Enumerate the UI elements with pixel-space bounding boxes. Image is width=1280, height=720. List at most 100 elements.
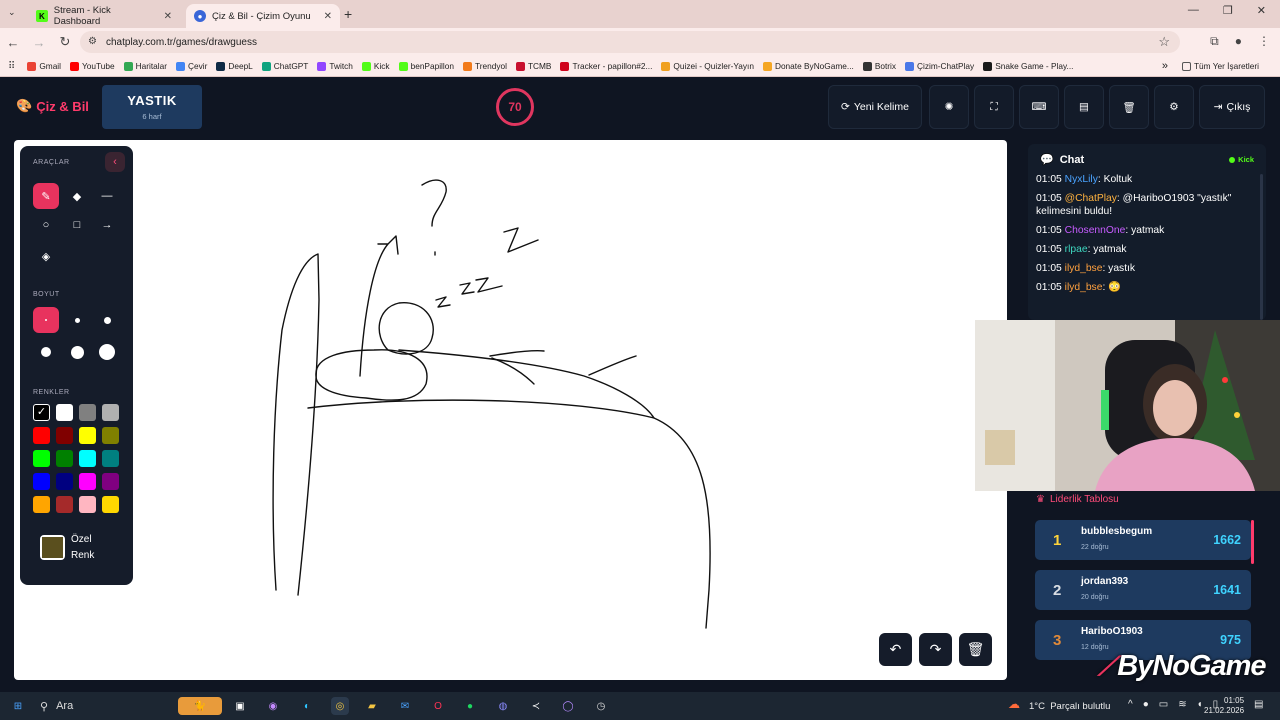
close-window-icon[interactable]: ✕	[1257, 4, 1266, 17]
color-swatch[interactable]	[56, 427, 73, 444]
bookmark-item[interactable]: YouTube	[70, 61, 115, 71]
pen-tool[interactable]: ✎	[33, 183, 59, 209]
recording-app-icon[interactable]: ◷	[592, 697, 610, 715]
size-2-button[interactable]	[64, 307, 90, 333]
bookmark-item[interactable]: DeepL	[216, 61, 253, 71]
tray-chevron-icon[interactable]: ^	[1128, 699, 1133, 710]
bookmark-item[interactable]: Gmail	[27, 61, 61, 71]
bookmark-star-icon[interactable]: ☆	[1158, 34, 1170, 50]
color-swatch[interactable]	[102, 404, 119, 421]
opera-icon[interactable]: O	[429, 697, 447, 715]
custom-color-swatch[interactable]	[40, 535, 65, 560]
message-user[interactable]: @ChatPlay	[1065, 193, 1117, 204]
keyboard-button[interactable]: ⌨	[1019, 85, 1059, 129]
discord-icon[interactable]: ◍	[494, 697, 512, 715]
trash-button[interactable]: 🗑	[1109, 85, 1149, 129]
volume-icon[interactable]: ◖	[1197, 699, 1203, 710]
bookmark-item[interactable]: Çevir	[175, 61, 207, 71]
obs-icon[interactable]: ◯	[559, 697, 577, 715]
edge-icon[interactable]: ◐	[298, 697, 316, 715]
spotify-icon[interactable]: ●	[461, 697, 479, 715]
collapse-toolbox-button[interactable]: ‹	[105, 152, 125, 172]
bookmark-item[interactable]: Botrix	[862, 61, 896, 71]
bookmark-item[interactable]: Trendyol	[462, 61, 507, 71]
color-swatch[interactable]	[102, 496, 119, 513]
tab-kick-dashboard[interactable]: K Stream - Kick Dashboard ✕	[28, 4, 180, 28]
eraser-tool[interactable]: ◆	[64, 183, 90, 209]
fill-tool[interactable]: ◈	[33, 243, 59, 269]
chat-scrollbar[interactable]	[1260, 174, 1263, 320]
clock[interactable]: 01:05 21.02.2026	[1204, 696, 1244, 716]
redo-button[interactable]: ↷	[919, 633, 952, 666]
capcut-icon[interactable]: ≺	[527, 697, 545, 715]
mail-icon[interactable]: ✉	[396, 697, 414, 715]
color-swatch[interactable]	[56, 473, 73, 490]
size-6-button[interactable]	[94, 339, 120, 365]
url-field[interactable]: ⚙ chatplay.com.tr/games/drawguess ☆	[80, 31, 1180, 53]
bookmark-item[interactable]: ChatGPT	[261, 61, 308, 71]
size-3-button[interactable]	[94, 307, 120, 333]
file-explorer-icon[interactable]: ▰	[363, 697, 381, 715]
bookmark-item[interactable]: Donate ByNoGame...	[762, 61, 854, 71]
message-user[interactable]: ChosennOne	[1065, 225, 1126, 236]
color-swatch[interactable]	[79, 496, 96, 513]
bookmark-item[interactable]: Quizei - Quizler-Yayın	[661, 61, 754, 71]
color-swatch[interactable]: ✓	[33, 404, 50, 421]
message-user[interactable]: ilyd_bse	[1065, 282, 1103, 293]
weather-text[interactable]: 1°C Parçalı bulutlu	[1029, 701, 1110, 712]
rectangle-tool[interactable]: □	[64, 212, 90, 238]
color-swatch[interactable]	[79, 473, 96, 490]
circle-tool[interactable]: ○	[33, 212, 59, 238]
apps-icon[interactable]: ⠿	[8, 61, 15, 72]
settings-button[interactable]: ⚙	[1154, 85, 1194, 129]
bookmark-item[interactable]: Tracker - papillon#2...	[560, 61, 652, 71]
wifi-icon[interactable]: ≋	[1178, 699, 1186, 710]
taskbar-search[interactable]: ⚲ Ara	[40, 700, 73, 713]
notifications-icon[interactable]: ▤	[1254, 699, 1263, 710]
fullscreen-button[interactable]: ⛶	[974, 85, 1014, 129]
new-tab-button[interactable]: +	[344, 6, 352, 22]
color-swatch[interactable]	[79, 404, 96, 421]
color-swatch[interactable]	[56, 496, 73, 513]
color-swatch[interactable]	[79, 427, 96, 444]
minimize-icon[interactable]: —	[1188, 4, 1199, 17]
color-swatch[interactable]	[56, 450, 73, 467]
task-view-icon[interactable]: ▣	[231, 697, 249, 715]
profile-icon[interactable]: ●	[1235, 34, 1242, 49]
forward-icon[interactable]: →	[26, 35, 52, 50]
site-info-icon[interactable]: ⚙	[88, 36, 97, 47]
color-swatch[interactable]	[102, 473, 119, 490]
reload-icon[interactable]: ↻	[52, 34, 78, 50]
mic-icon[interactable]: ●	[1143, 699, 1149, 710]
restore-icon[interactable]: ❐	[1223, 4, 1233, 17]
color-swatch[interactable]	[33, 427, 50, 444]
app-logo[interactable]: 🎨 Çiz & Bil	[16, 98, 89, 114]
exit-button[interactable]: ⇥ Çıkış	[1199, 85, 1265, 129]
back-icon[interactable]: ←	[0, 35, 26, 50]
leaderboard-scrollbar[interactable]	[1251, 520, 1254, 564]
color-swatch[interactable]	[33, 450, 50, 467]
message-user[interactable]: NyxLily	[1065, 174, 1098, 185]
clear-canvas-button[interactable]: 🗑	[959, 633, 992, 666]
close-icon[interactable]: ✕	[324, 11, 332, 22]
line-tool[interactable]: —	[94, 183, 120, 209]
all-bookmarks[interactable]: Tüm Yer İşaretleri	[1181, 61, 1259, 71]
undo-button[interactable]: ↶	[879, 633, 912, 666]
color-swatch[interactable]	[33, 473, 50, 490]
windows-start-icon[interactable]: ⊞	[9, 697, 27, 715]
color-swatch[interactable]	[79, 450, 96, 467]
bookmark-item[interactable]: Snake Game - Play...	[983, 61, 1073, 71]
copilot-icon[interactable]: ◉	[264, 697, 282, 715]
chrome-icon[interactable]: ◎	[331, 697, 349, 715]
size-4-button[interactable]	[33, 339, 59, 365]
network-icon[interactable]: ▭	[1159, 699, 1168, 710]
tab-list-icon[interactable]: ⌄	[8, 7, 16, 18]
color-swatch[interactable]	[33, 496, 50, 513]
extensions-icon[interactable]: ⧉	[1210, 34, 1219, 49]
close-icon[interactable]: ✕	[164, 11, 172, 22]
bookmark-item[interactable]: benPapillon	[398, 61, 454, 71]
bookmark-item[interactable]: Çizim-ChatPlay	[905, 61, 974, 71]
message-user[interactable]: rlpae	[1065, 244, 1088, 255]
bookmark-item[interactable]: Twitch	[317, 61, 353, 71]
message-user[interactable]: ilyd_bse	[1065, 263, 1103, 274]
